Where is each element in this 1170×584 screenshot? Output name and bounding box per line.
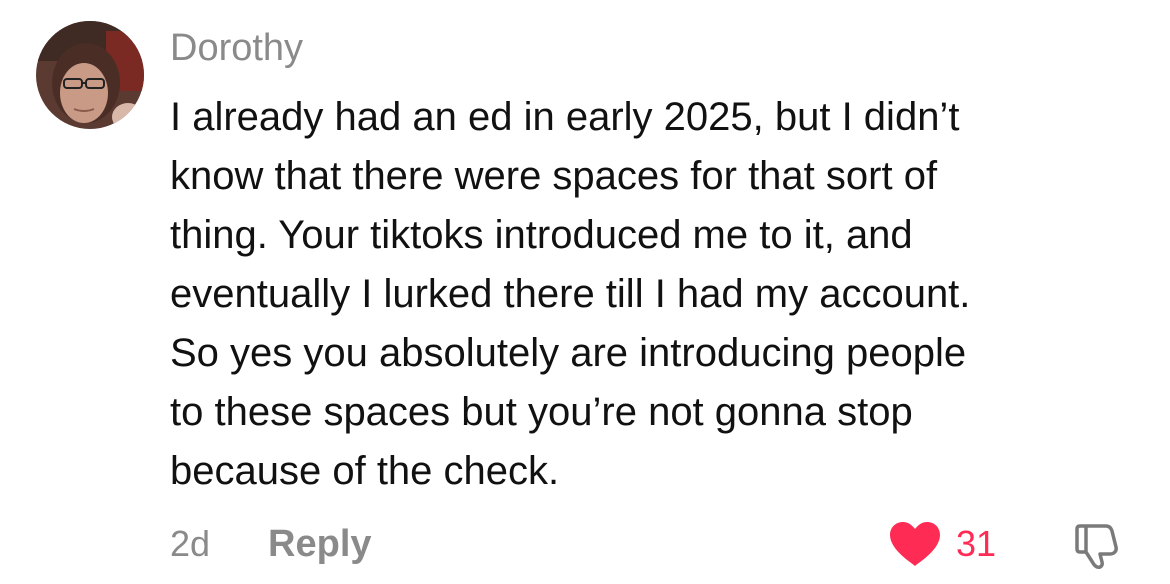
heart-icon bbox=[890, 522, 940, 566]
comment-text-line: I already had an ed in early 2025, but I… bbox=[170, 95, 960, 139]
thumbs-down-icon bbox=[1075, 524, 1118, 569]
comment-meta-row: 2d Reply bbox=[170, 520, 372, 568]
comment-username[interactable]: Dorothy bbox=[170, 26, 303, 70]
comment-text-line: eventually I lurked there till I had my … bbox=[170, 272, 971, 316]
comment-timestamp: 2d bbox=[170, 523, 211, 564]
dislike-button[interactable] bbox=[1072, 520, 1122, 570]
avatar-image bbox=[36, 21, 144, 129]
like-count: 31 bbox=[956, 523, 997, 564]
comment-text-line: So yes you absolutely are introducing pe… bbox=[170, 331, 967, 375]
comment-text: I already had an ed in early 2025, but I… bbox=[170, 88, 1145, 501]
comment-text-line: know that there were spaces for that sor… bbox=[170, 154, 938, 198]
avatar[interactable] bbox=[36, 21, 144, 129]
comment-text-line: thing. Your tiktoks introduced me to it,… bbox=[170, 213, 913, 257]
comment-text-line: to these spaces but you’re not gonna sto… bbox=[170, 390, 913, 434]
reply-button[interactable]: Reply bbox=[268, 523, 371, 566]
comment-text-line: because of the check. bbox=[170, 449, 560, 493]
like-button[interactable]: 31 bbox=[888, 520, 996, 568]
